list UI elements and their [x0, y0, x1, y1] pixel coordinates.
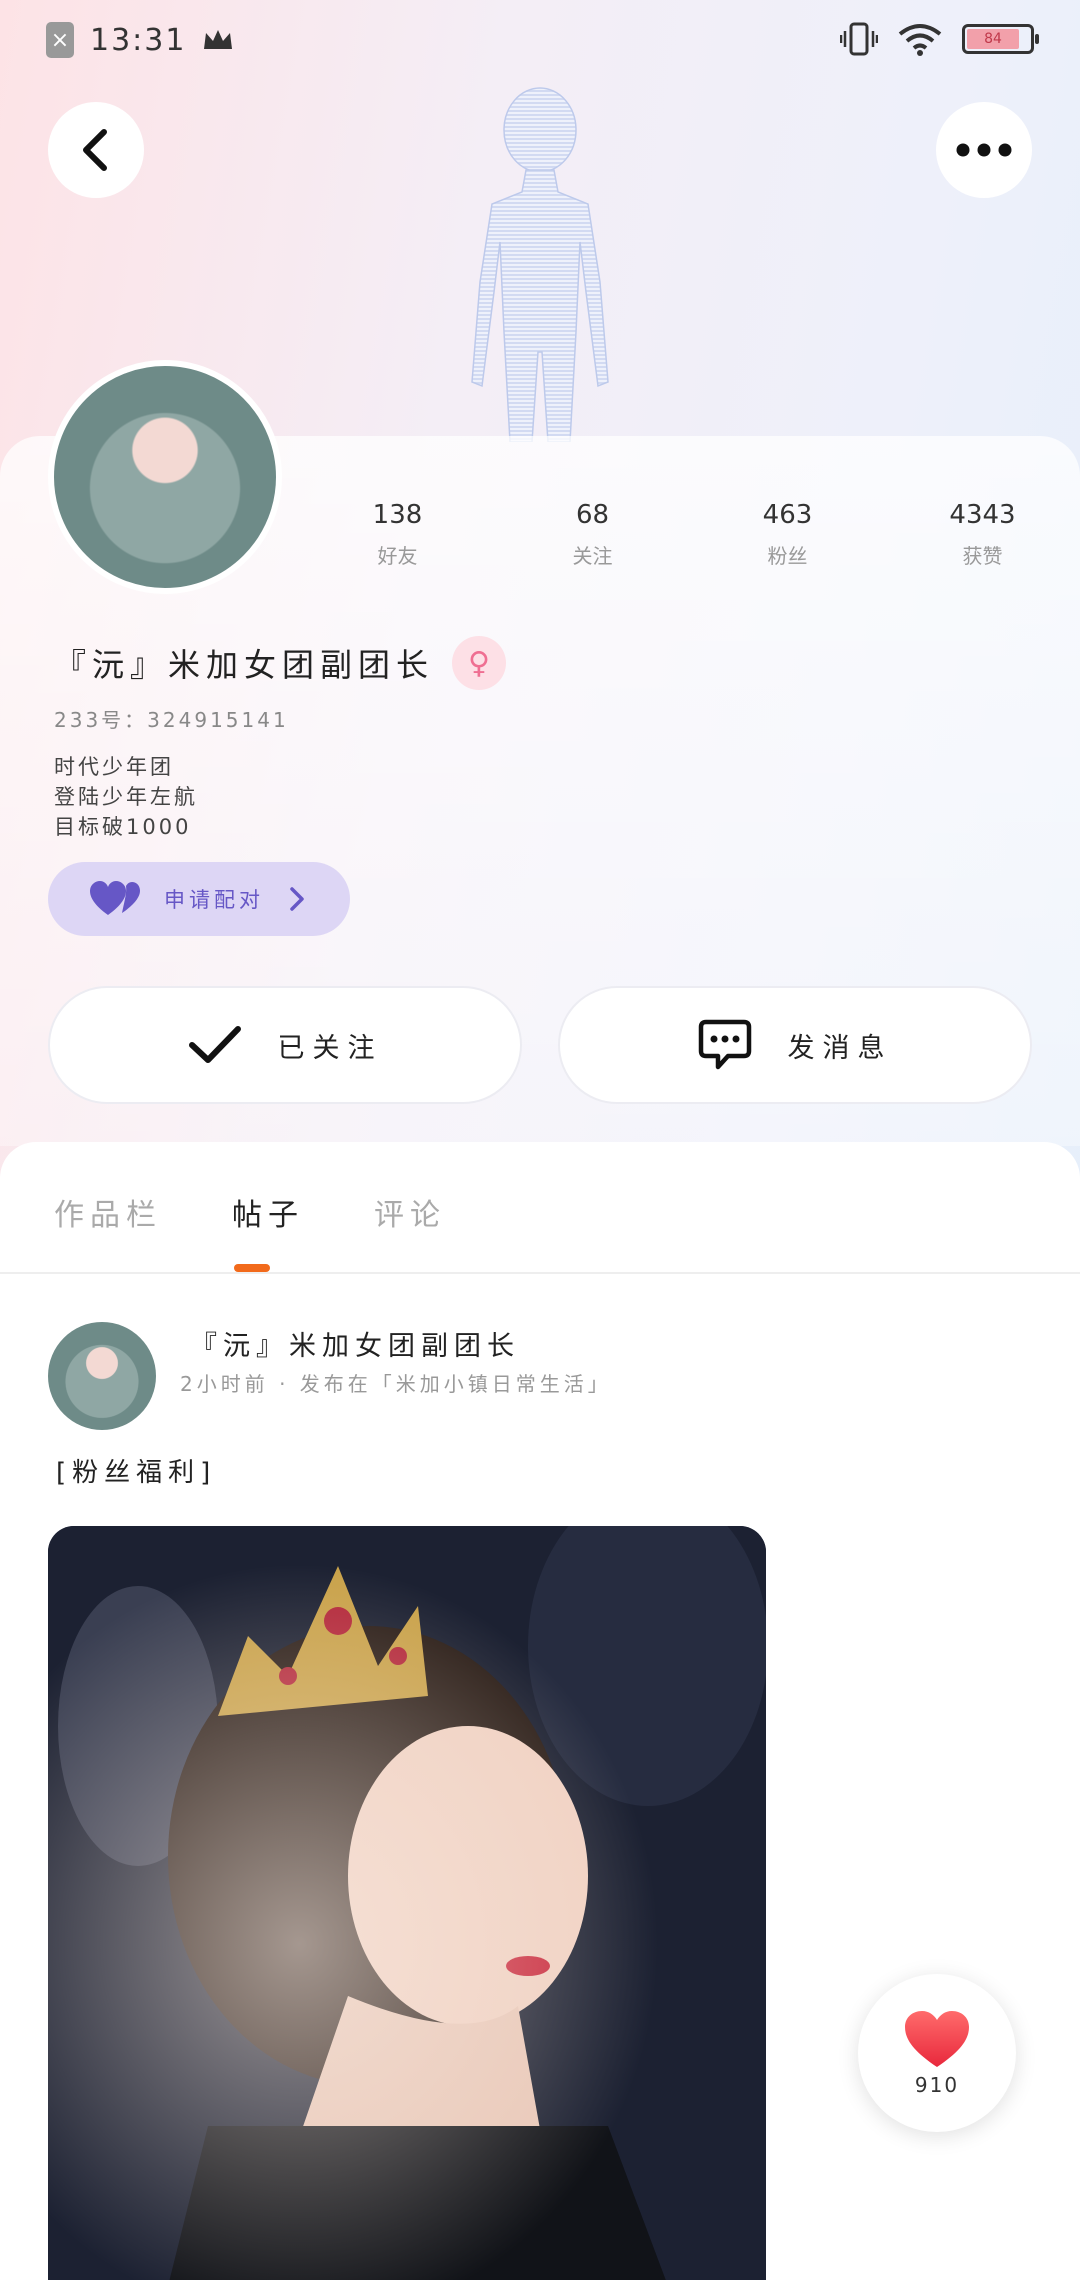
- battery-icon: 84: [962, 24, 1039, 54]
- active-tab-indicator: [234, 1264, 270, 1272]
- user-id: 233号：324915141: [54, 708, 289, 732]
- female-icon: ♀: [452, 636, 507, 690]
- stat-value: 68: [575, 500, 610, 530]
- status-time: 13:31: [90, 22, 187, 58]
- stat-label: 获赞: [962, 544, 1003, 568]
- tab-works[interactable]: 作品栏: [54, 1190, 162, 1234]
- post-photo: [48, 1526, 766, 2280]
- chevron-left-icon: [83, 129, 107, 171]
- more-button[interactable]: [936, 102, 1032, 198]
- post-author-avatar[interactable]: [48, 1322, 156, 1430]
- pair-request-button[interactable]: 申请配对: [48, 862, 350, 936]
- message-button[interactable]: 发消息: [558, 986, 1032, 1104]
- wifi-icon: [898, 24, 942, 56]
- heart-icon: [905, 2011, 969, 2067]
- avatar-figure-image: [471, 87, 609, 442]
- follow-label: 已关注: [277, 1032, 383, 1064]
- follow-button[interactable]: 已关注: [48, 986, 522, 1104]
- post-image[interactable]: [48, 1526, 766, 2280]
- stat-likes[interactable]: 4343 获赞: [885, 500, 1080, 569]
- vibrate-icon: [840, 22, 878, 56]
- check-icon: [188, 1026, 241, 1063]
- stat-value: 463: [762, 500, 813, 530]
- bio-line: 时代少年团: [54, 755, 174, 779]
- name-row: 『沅』米加女团副团长 ♀: [54, 636, 507, 690]
- post-text: [粉丝福利]: [56, 1458, 217, 1488]
- tab-bar: 作品栏 帖子 评论: [54, 1190, 446, 1234]
- double-heart-icon: [90, 881, 140, 915]
- stat-label: 好友: [377, 544, 418, 568]
- crown-icon: [204, 30, 233, 49]
- stat-following[interactable]: 68 关注: [495, 500, 690, 569]
- close-notification-icon: ×: [46, 22, 74, 58]
- stat-label: 关注: [572, 544, 613, 568]
- profile-name: 『沅』米加女团副团长: [54, 646, 435, 684]
- stat-friends[interactable]: 138 好友: [300, 500, 495, 569]
- tab-posts[interactable]: 帖子: [232, 1190, 304, 1234]
- stat-fans[interactable]: 463 粉丝: [690, 500, 885, 569]
- stat-value: 138: [372, 500, 423, 530]
- post-meta: 2小时前 · 发布在「米加小镇日常生活」: [180, 1372, 612, 1396]
- battery-level: 84: [967, 29, 1020, 49]
- like-button[interactable]: 910: [858, 1974, 1016, 2132]
- chevron-right-icon: [290, 887, 304, 911]
- status-right: 84: [840, 22, 1039, 56]
- profile-page: × 13:31 84 138 好友 68 关注 463 粉丝 4343 获赞 『…: [0, 0, 1080, 2280]
- divider: [0, 1272, 1080, 1274]
- stat-value: 4343: [949, 500, 1016, 530]
- bio-line: 登陆少年左航: [54, 785, 198, 809]
- avatar[interactable]: [48, 360, 282, 594]
- tab-comments[interactable]: 评论: [374, 1190, 446, 1234]
- pair-request-label: 申请配对: [164, 888, 264, 912]
- chat-bubble-icon: [698, 1019, 751, 1070]
- status-left: × 13:31: [46, 22, 234, 58]
- post-author-name[interactable]: 『沅』米加女团副团长: [190, 1324, 520, 1363]
- profile-bio: 时代少年团 登陆少年左航 目标破1000: [54, 752, 198, 842]
- status-bar: × 13:31 84: [0, 0, 1080, 90]
- back-button[interactable]: [48, 102, 144, 198]
- more-dots-icon: [956, 143, 1012, 157]
- message-label: 发消息: [787, 1032, 893, 1064]
- like-count: 910: [914, 2073, 960, 2097]
- stat-label: 粉丝: [767, 544, 808, 568]
- bio-line: 目标破1000: [54, 815, 192, 839]
- profile-stats: 138 好友 68 关注 463 粉丝 4343 获赞: [300, 500, 1080, 569]
